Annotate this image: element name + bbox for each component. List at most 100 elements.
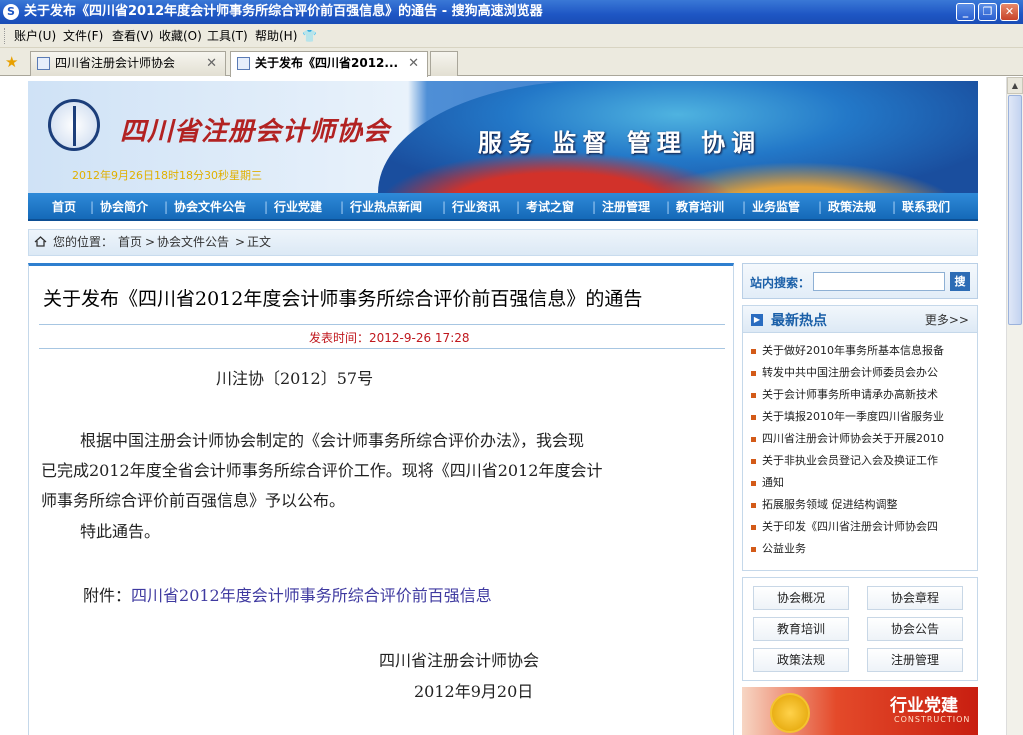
menu-favorites[interactable]: 收藏(O) bbox=[159, 24, 202, 48]
nav-registration[interactable]: 注册管理 bbox=[602, 193, 650, 221]
nav-separator: | bbox=[264, 200, 269, 214]
article-closing: 特此通告。 bbox=[80, 522, 161, 541]
nav-separator: | bbox=[340, 200, 345, 214]
tab-notice[interactable]: 关于发布《四川省2012... ✕ bbox=[230, 51, 428, 77]
nav-separator: | bbox=[818, 200, 823, 214]
nav-party[interactable]: 行业党建 bbox=[274, 193, 322, 221]
site-logo[interactable]: 四川省注册会计师协会 bbox=[120, 111, 390, 148]
search-input[interactable] bbox=[813, 272, 945, 291]
scroll-up-arrow-icon[interactable]: ▲ bbox=[1007, 77, 1023, 94]
header-slogan: 服务 监督 管理 协调 bbox=[478, 129, 762, 157]
nav-supervision[interactable]: 业务监管 bbox=[752, 193, 800, 221]
tab-label: 四川省注册会计师协会 bbox=[55, 56, 176, 70]
divider bbox=[39, 324, 725, 325]
hot-news-item[interactable]: 拓展服务领域 促进结构调整 bbox=[751, 494, 973, 516]
restore-button[interactable]: ❐ bbox=[978, 3, 997, 21]
search-label: 站内搜索： bbox=[750, 276, 811, 290]
quick-link-charter[interactable]: 协会章程 bbox=[867, 586, 963, 610]
nav-policies[interactable]: 政策法规 bbox=[828, 193, 876, 221]
scroll-thumb[interactable] bbox=[1008, 95, 1022, 325]
nav-industry-info[interactable]: 行业资讯 bbox=[452, 193, 500, 221]
page-viewport: 四川省注册会计师协会 2012年9月26日18时18分30秒星期三 服务 监督 … bbox=[0, 77, 1023, 735]
site-search: 站内搜索： 搜 bbox=[742, 263, 978, 299]
tshirt-icon[interactable]: 👕 bbox=[302, 24, 317, 48]
attachment-label: 附件： bbox=[83, 586, 132, 605]
browser-logo-icon: S bbox=[3, 4, 19, 20]
vertical-scrollbar[interactable]: ▲ bbox=[1006, 77, 1023, 735]
breadcrumb-notices[interactable]: 协会文件公告 bbox=[157, 230, 229, 255]
header-datetime: 2012年9月26日18时18分30秒星期三 bbox=[72, 169, 262, 182]
hot-news-item[interactable]: 关于会计师事务所申请承办高新技术 bbox=[751, 384, 973, 406]
bullet-icon bbox=[751, 480, 756, 486]
menu-tools[interactable]: 工具(T) bbox=[207, 24, 248, 48]
site-header: 四川省注册会计师协会 2012年9月26日18时18分30秒星期三 服务 监督 … bbox=[28, 81, 978, 193]
close-button[interactable]: ✕ bbox=[1000, 3, 1019, 21]
more-link[interactable]: 更多>> bbox=[925, 311, 969, 328]
nav-hot-news[interactable]: 行业热点新闻 bbox=[350, 193, 422, 221]
nav-separator: | bbox=[516, 200, 521, 214]
nav-about[interactable]: 协会简介 bbox=[100, 193, 148, 221]
divider bbox=[39, 348, 725, 349]
hot-news-panel: ▶ 最新热点 更多>> 关于做好2010年事务所基本信息报备 转发中共中国注册会… bbox=[742, 305, 978, 571]
search-button[interactable]: 搜 bbox=[950, 272, 970, 291]
hot-news-item[interactable]: 关于填报2010年一季度四川省服务业 bbox=[751, 406, 973, 428]
quick-link-overview[interactable]: 协会概况 bbox=[753, 586, 849, 610]
minimize-button[interactable]: _ bbox=[956, 3, 975, 21]
bullet-icon bbox=[751, 348, 756, 354]
tab-close-icon[interactable]: ✕ bbox=[408, 52, 419, 75]
menu-view[interactable]: 查看(V) bbox=[112, 24, 154, 48]
signer: 四川省注册会计师协会 bbox=[379, 651, 540, 670]
bullet-icon bbox=[751, 502, 756, 508]
nav-contact[interactable]: 联系我们 bbox=[902, 193, 950, 221]
quick-link-announcements[interactable]: 协会公告 bbox=[867, 617, 963, 641]
hot-news-item[interactable]: 四川省注册会计师协会关于开展2010 bbox=[751, 428, 973, 450]
bullet-icon bbox=[751, 546, 756, 552]
nav-training[interactable]: 教育培训 bbox=[676, 193, 724, 221]
breadcrumb-home[interactable]: 首页 bbox=[118, 230, 142, 255]
quick-links-panel: 协会概况 协会章程 教育培训 协会公告 政策法规 注册管理 bbox=[742, 577, 978, 681]
breadcrumb-separator: > bbox=[235, 235, 246, 249]
nav-separator: | bbox=[592, 200, 597, 214]
menu-help[interactable]: 帮助(H) bbox=[255, 24, 297, 48]
quick-link-registration[interactable]: 注册管理 bbox=[867, 648, 963, 672]
menu-file[interactable]: 文件(F) bbox=[63, 24, 103, 48]
tab-close-icon[interactable]: ✕ bbox=[206, 52, 217, 75]
bullet-icon bbox=[751, 436, 756, 442]
tab-label: 关于发布《四川省2012... bbox=[255, 56, 399, 70]
hot-news-item[interactable]: 公益业务 bbox=[751, 538, 973, 560]
new-tab-button[interactable] bbox=[430, 51, 458, 76]
main-nav: 首页 | 协会简介 | 协会文件公告 | 行业党建 | 行业热点新闻 | 行业资… bbox=[28, 193, 978, 221]
favorites-star-icon[interactable]: ★ bbox=[5, 53, 18, 71]
page-icon bbox=[237, 57, 250, 70]
window-title: 关于发布《四川省2012年度会计师事务所综合评价前百强信息》的通告 - 搜狗高速… bbox=[24, 4, 543, 19]
bullet-icon bbox=[751, 524, 756, 530]
tab-cicpa-home[interactable]: 四川省注册会计师协会 ✕ bbox=[30, 51, 226, 76]
nav-separator: | bbox=[90, 200, 95, 214]
tab-bar: ★ 四川省注册会计师协会 ✕ 关于发布《四川省2012... ✕ bbox=[0, 48, 1023, 77]
hot-news-item[interactable]: 转发中共中国注册会计师委员会办公 bbox=[751, 362, 973, 384]
hot-news-header: ▶ 最新热点 更多>> bbox=[743, 306, 977, 333]
hot-news-item[interactable]: 通知 bbox=[751, 472, 973, 494]
hot-news-item[interactable]: 关于印发《四川省注册会计师协会四 bbox=[751, 516, 973, 538]
nav-separator: | bbox=[666, 200, 671, 214]
nav-notices[interactable]: 协会文件公告 bbox=[174, 193, 246, 221]
nav-separator: | bbox=[742, 200, 747, 214]
window-titlebar: S 关于发布《四川省2012年度会计师事务所综合评价前百强信息》的通告 - 搜狗… bbox=[0, 0, 1023, 24]
quick-link-training[interactable]: 教育培训 bbox=[753, 617, 849, 641]
nav-home[interactable]: 首页 bbox=[52, 193, 76, 221]
party-emblem-icon bbox=[770, 693, 810, 733]
hot-news-item[interactable]: 关于非执业会员登记入会及换证工作 bbox=[751, 450, 973, 472]
hot-news-item[interactable]: 关于做好2010年事务所基本信息报备 bbox=[751, 340, 973, 362]
article-paragraph-line: 根据中国注册会计师协会制定的《会计师事务所综合评价办法》，我会现 bbox=[80, 431, 585, 450]
breadcrumb-prefix: 您的位置： bbox=[53, 235, 114, 249]
home-icon bbox=[34, 236, 47, 247]
attachment-link[interactable]: 四川省2012年度会计师事务所综合评价前百强信息 bbox=[131, 586, 492, 605]
breadcrumb-current: 正文 bbox=[247, 235, 272, 249]
quick-link-policies[interactable]: 政策法规 bbox=[753, 648, 849, 672]
menu-account[interactable]: 账户(U) bbox=[14, 24, 56, 48]
nav-exams[interactable]: 考试之窗 bbox=[526, 193, 574, 221]
bullet-icon bbox=[751, 392, 756, 398]
party-building-banner[interactable]: 行业党建 CONSTRUCTION bbox=[742, 687, 978, 735]
document-number: 川注协〔2012〕57号 bbox=[216, 369, 374, 388]
nav-separator: | bbox=[442, 200, 447, 214]
